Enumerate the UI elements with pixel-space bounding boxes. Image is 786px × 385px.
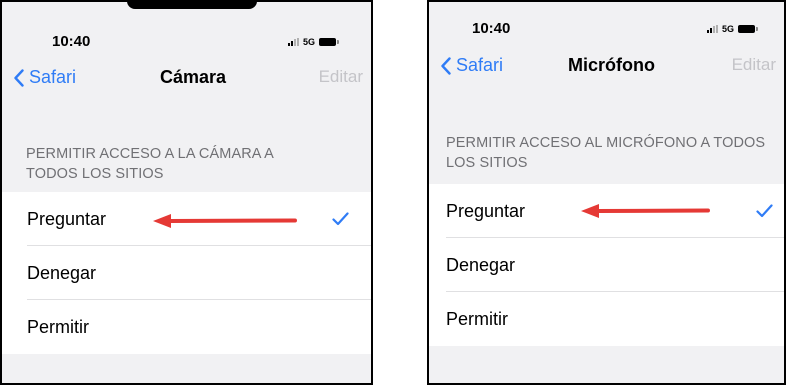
option-label: Denegar bbox=[27, 262, 97, 283]
section-header: PERMITIR ACCESO A LA CÁMARA A TODOS LOS … bbox=[26, 146, 274, 182]
camera-settings-screen: 10:40 5G Safari Cámara Editar PERMITIR A… bbox=[0, 0, 373, 385]
option-permitir[interactable]: Permitir bbox=[2, 300, 371, 354]
battery-icon bbox=[738, 25, 759, 33]
navigation-bar: Safari Micrófono Editar bbox=[429, 55, 784, 79]
status-icons: 5G bbox=[707, 24, 759, 34]
microphone-settings-screen: 10:40 5G Safari Micrófono Editar PERMITI… bbox=[427, 0, 786, 385]
back-button-label: Safari bbox=[29, 67, 77, 87]
checkmark-icon bbox=[756, 204, 773, 218]
status-time: 10:40 bbox=[472, 20, 511, 37]
arrow-annotation bbox=[153, 214, 297, 228]
back-button-label: Safari bbox=[456, 55, 504, 75]
network-label: 5G bbox=[303, 37, 316, 47]
option-label: Preguntar bbox=[27, 208, 107, 229]
option-denegar[interactable]: Denegar bbox=[429, 238, 784, 292]
notch bbox=[127, 2, 257, 9]
edit-button: Editar bbox=[318, 67, 363, 86]
back-button[interactable]: Safari bbox=[441, 55, 503, 76]
back-button[interactable]: Safari bbox=[14, 67, 76, 88]
navigation-bar: Safari Cámara Editar bbox=[2, 67, 371, 91]
option-permitir[interactable]: Permitir bbox=[429, 292, 784, 346]
option-label: Preguntar bbox=[446, 200, 526, 221]
chevron-left-icon bbox=[441, 56, 451, 75]
page-title: Micrófono bbox=[568, 55, 655, 75]
option-label: Permitir bbox=[27, 316, 89, 337]
status-icons: 5G bbox=[288, 37, 340, 47]
battery-icon bbox=[319, 38, 340, 46]
arrow-annotation bbox=[581, 204, 710, 218]
option-label: Denegar bbox=[446, 254, 516, 275]
chevron-left-icon bbox=[14, 68, 24, 87]
section-header: PERMITIR ACCESO AL MICRÓFONO A TODOS LOS… bbox=[446, 135, 766, 171]
page-title: Cámara bbox=[160, 67, 227, 87]
option-denegar[interactable]: Denegar bbox=[2, 246, 371, 300]
network-label: 5G bbox=[722, 24, 735, 34]
signal-icon bbox=[288, 38, 299, 46]
signal-icon bbox=[707, 25, 718, 33]
checkmark-icon bbox=[332, 212, 349, 226]
option-label: Permitir bbox=[446, 308, 508, 329]
edit-button: Editar bbox=[731, 55, 776, 74]
status-time: 10:40 bbox=[52, 33, 91, 50]
